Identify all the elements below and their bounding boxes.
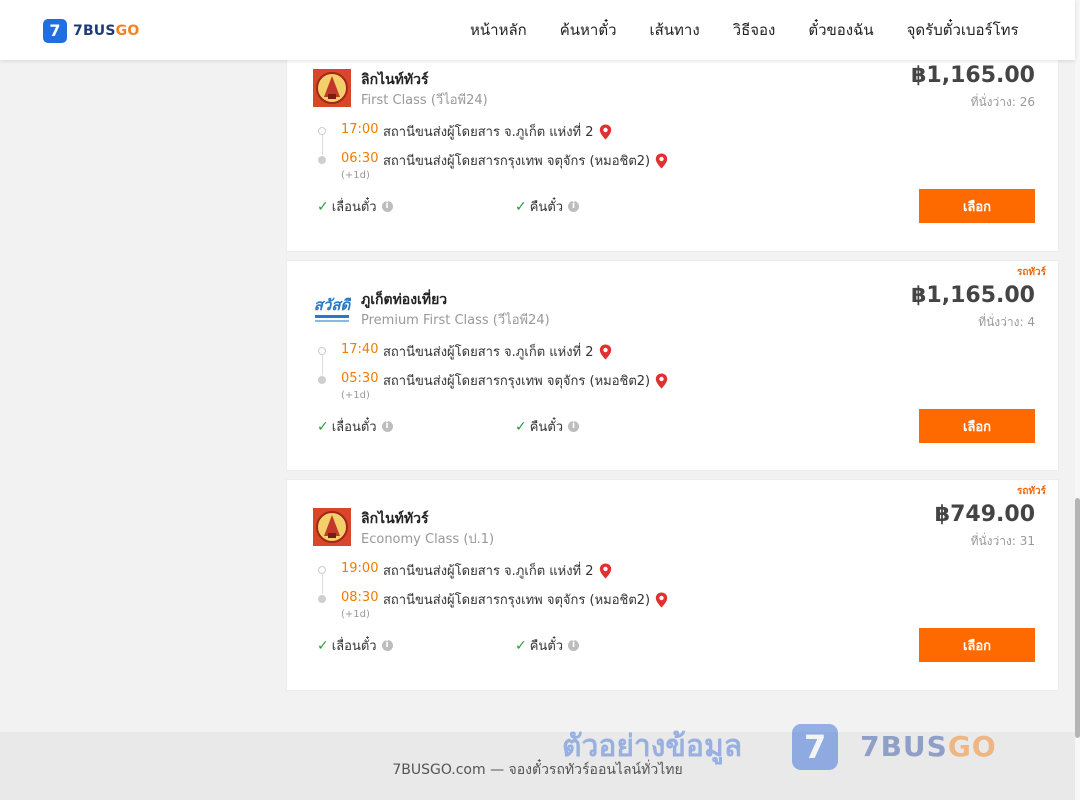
arrive-time: 05:30 xyxy=(341,371,379,386)
timeline-end-dot xyxy=(318,156,326,164)
info-icon[interactable]: i xyxy=(568,640,580,651)
bus-type-tag: รถทัวร์ xyxy=(1016,267,1046,278)
nav-routes[interactable]: เส้นทาง xyxy=(650,18,700,42)
next-day-indicator: (+1d) xyxy=(341,609,370,620)
depart-time: 17:40 xyxy=(341,342,379,357)
location-pin-icon[interactable] xyxy=(599,124,612,140)
info-icon[interactable]: i xyxy=(381,201,393,212)
arrive-time: 06:30 xyxy=(341,151,379,166)
nav-ticket-pickup[interactable]: จุดรับตั๋วเบอร์โทร xyxy=(907,18,1019,42)
timeline-line xyxy=(322,355,323,375)
bus-type-tag: รถทัวร์ xyxy=(1016,486,1046,497)
depart-time: 19:00 xyxy=(341,561,379,576)
trip-card: รถทัวร์ ลิกไนท์ทัวร์ Economy Class (ป.1)… xyxy=(286,479,1059,691)
operator-logo-lignite xyxy=(313,69,351,107)
depart-station[interactable]: สถานีขนส่งผู้โดยสาร จ.ภูเก็ต แห่งที่ 2 xyxy=(383,121,612,142)
check-icon: ✓ xyxy=(515,198,527,215)
check-icon: ✓ xyxy=(317,198,329,215)
operator-name: ลิกไนท์ทัวร์ xyxy=(361,72,429,88)
arrive-station[interactable]: สถานีขนส่งผู้โดยสารกรุงเทพ จตุจักร (หมอช… xyxy=(383,150,668,171)
check-icon: ✓ xyxy=(317,418,329,435)
trip-price: ฿1,165.00 xyxy=(911,63,1035,88)
feature-reschedule[interactable]: ✓ เลื่อนตั๋ว i xyxy=(317,196,393,217)
info-icon[interactable]: i xyxy=(381,421,393,432)
trip-card: ลิกไนท์ทัวร์ First Class (วีไอพี24) ฿1,1… xyxy=(286,52,1059,252)
location-pin-icon[interactable] xyxy=(599,563,612,579)
depart-station[interactable]: สถานีขนส่งผู้โดยสาร จ.ภูเก็ต แห่งที่ 2 xyxy=(383,560,612,581)
arrive-time: 08:30 xyxy=(341,590,379,605)
operator-name: ลิกไนท์ทัวร์ xyxy=(361,511,429,527)
arrive-station[interactable]: สถานีขนส่งผู้โดยสารกรุงเทพ จตุจักร (หมอช… xyxy=(383,589,668,610)
scrollbar-thumb[interactable] xyxy=(1075,498,1080,738)
next-day-indicator: (+1d) xyxy=(341,390,370,401)
svg-text:สวัสดี: สวัสดี xyxy=(314,296,351,314)
timeline-line xyxy=(322,574,323,594)
logo-mark: 7 xyxy=(43,19,67,43)
info-icon[interactable]: i xyxy=(381,640,393,651)
page-scrollbar[interactable] xyxy=(1075,0,1080,800)
timeline-end-dot xyxy=(318,595,326,603)
timeline-end-dot xyxy=(318,376,326,384)
arrive-station[interactable]: สถานีขนส่งผู้โดยสารกรุงเทพ จตุจักร (หมอช… xyxy=(383,370,668,391)
site-footer: 7BUSGO.com — จองตั๋วรถทัวร์ออนไลน์ทั่วไท… xyxy=(0,732,1075,800)
operator-logo-lignite xyxy=(313,508,351,546)
timeline-start-dot xyxy=(318,127,326,135)
trip-card: รถทัวร์ สวัสดี ภูเก็ตท่องเที่ยว Premium … xyxy=(286,260,1059,471)
seats-available: ที่นั่งว่าง: 31 xyxy=(970,534,1035,548)
feature-reschedule[interactable]: ✓ เลื่อนตั๋ว i xyxy=(317,416,393,437)
check-icon: ✓ xyxy=(515,418,527,435)
nav-how-to-book[interactable]: วิธีจอง xyxy=(733,18,776,42)
timeline-start-dot xyxy=(318,566,326,574)
select-trip-button[interactable]: เลือก xyxy=(919,409,1035,443)
site-header: 7 7BUSGO หน้าหลัก ค้นหาตั๋ว เส้นทาง วิธี… xyxy=(0,0,1075,60)
seats-available: ที่นั่งว่าง: 26 xyxy=(970,95,1035,109)
location-pin-icon[interactable] xyxy=(655,153,668,169)
select-trip-button[interactable]: เลือก xyxy=(919,189,1035,223)
info-icon[interactable]: i xyxy=(568,201,580,212)
feature-reschedule[interactable]: ✓ เลื่อนตั๋ว i xyxy=(317,635,393,656)
brand-logo[interactable]: 7 7BUSGO xyxy=(43,19,139,43)
nav-my-tickets[interactable]: ตั๋วของฉัน xyxy=(808,18,873,42)
bus-class: First Class (วีไอพี24) xyxy=(361,93,488,108)
select-trip-button[interactable]: เลือก xyxy=(919,628,1035,662)
feature-refund[interactable]: ✓ คืนตั๋ว i xyxy=(515,416,580,437)
bus-class: Premium First Class (วีไอพี24) xyxy=(361,313,550,328)
operator-name: ภูเก็ตท่องเที่ยว xyxy=(361,292,448,308)
trip-price: ฿749.00 xyxy=(934,502,1035,527)
footer-text: 7BUSGO.com — จองตั๋วรถทัวร์ออนไลน์ทั่วไท… xyxy=(392,762,683,778)
timeline-start-dot xyxy=(318,347,326,355)
logo-text: 7BUSGO xyxy=(73,23,140,39)
feature-refund[interactable]: ✓ คืนตั๋ว i xyxy=(515,196,580,217)
main-nav: หน้าหลัก ค้นหาตั๋ว เส้นทาง วิธีจอง ตั๋วข… xyxy=(470,0,1019,60)
bus-class: Economy Class (ป.1) xyxy=(361,532,495,547)
nav-home[interactable]: หน้าหลัก xyxy=(470,18,527,42)
depart-station[interactable]: สถานีขนส่งผู้โดยสาร จ.ภูเก็ต แห่งที่ 2 xyxy=(383,341,612,362)
next-day-indicator: (+1d) xyxy=(341,170,370,181)
trip-price: ฿1,165.00 xyxy=(911,283,1035,308)
seats-available: ที่นั่งว่าง: 4 xyxy=(978,315,1035,329)
nav-search-tickets[interactable]: ค้นหาตั๋ว xyxy=(560,18,617,42)
location-pin-icon[interactable] xyxy=(655,373,668,389)
check-icon: ✓ xyxy=(515,637,527,654)
location-pin-icon[interactable] xyxy=(655,592,668,608)
feature-refund[interactable]: ✓ คืนตั๋ว i xyxy=(515,635,580,656)
check-icon: ✓ xyxy=(317,637,329,654)
depart-time: 17:00 xyxy=(341,122,379,137)
location-pin-icon[interactable] xyxy=(599,344,612,360)
info-icon[interactable]: i xyxy=(568,421,580,432)
operator-logo-phuket-travel: สวัสดี xyxy=(313,289,351,327)
timeline-line xyxy=(322,135,323,155)
